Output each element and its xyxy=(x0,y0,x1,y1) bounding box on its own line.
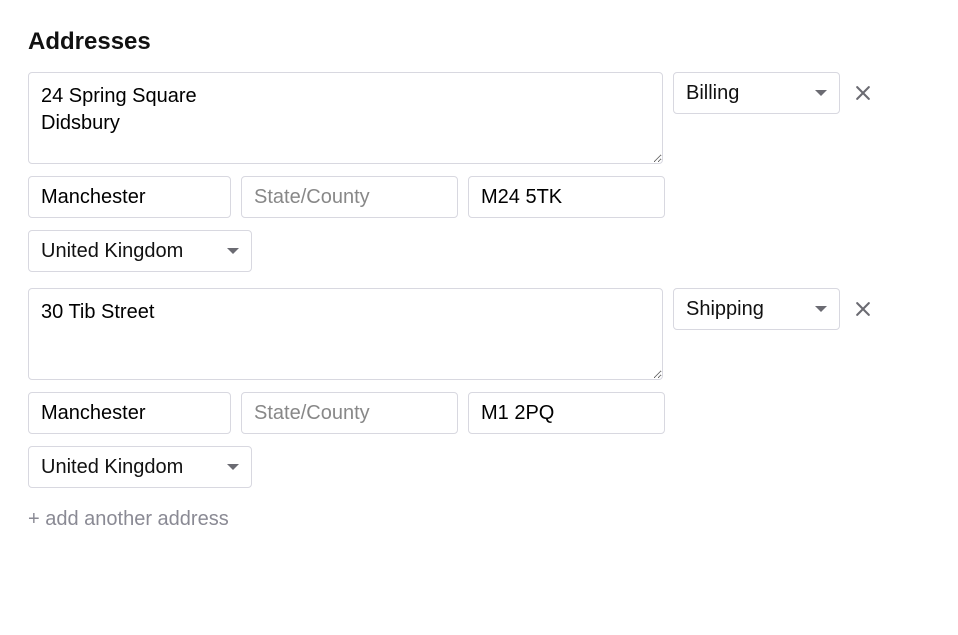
address-type-value: Shipping xyxy=(686,298,764,321)
street-input[interactable] xyxy=(28,288,663,380)
remove-address-button[interactable] xyxy=(850,288,876,330)
postal-input[interactable] xyxy=(468,176,665,218)
chevron-down-icon xyxy=(815,306,827,312)
country-value: United Kingdom xyxy=(41,240,183,263)
country-select[interactable]: United Kingdom xyxy=(28,446,252,488)
country-value: United Kingdom xyxy=(41,456,183,479)
city-input[interactable] xyxy=(28,392,231,434)
remove-address-button[interactable] xyxy=(850,72,876,114)
address-type-select[interactable]: Shipping xyxy=(673,288,840,330)
country-select[interactable]: United Kingdom xyxy=(28,230,252,272)
city-input[interactable] xyxy=(28,176,231,218)
street-input[interactable] xyxy=(28,72,663,164)
chevron-down-icon xyxy=(227,464,239,470)
state-input[interactable] xyxy=(241,392,458,434)
close-icon xyxy=(853,83,873,103)
address-block: Billing United Kingdom xyxy=(28,72,930,272)
chevron-down-icon xyxy=(815,90,827,96)
address-type-select[interactable]: Billing xyxy=(673,72,840,114)
close-icon xyxy=(853,299,873,319)
postal-input[interactable] xyxy=(468,392,665,434)
chevron-down-icon xyxy=(227,248,239,254)
state-input[interactable] xyxy=(241,176,458,218)
add-address-link[interactable]: + add another address xyxy=(28,508,229,531)
address-block: Shipping United Kingdom xyxy=(28,288,930,488)
section-title: Addresses xyxy=(28,28,930,56)
address-type-value: Billing xyxy=(686,82,739,105)
